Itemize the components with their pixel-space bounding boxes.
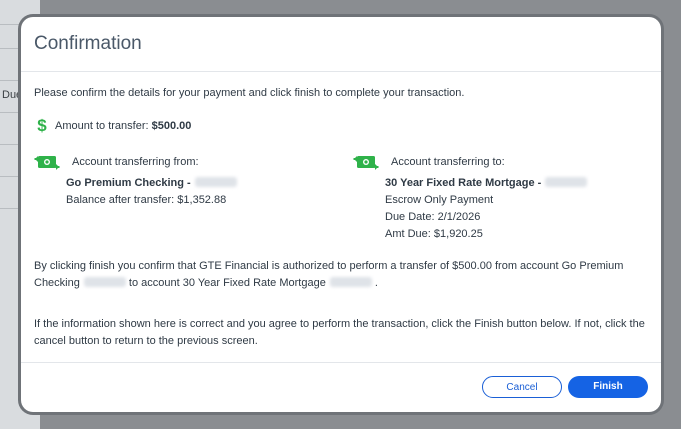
authorization-to-account: to account 30 Year Fixed Rate Mortgage — [128, 277, 326, 289]
from-balance: Balance after transfer: $1,352.88 — [66, 194, 227, 206]
to-amt-due: Amt Due: $1,920.25 — [385, 228, 483, 240]
confirmation-dialog: Confirmation Please confirm the details … — [21, 17, 661, 412]
to-account-name: 30 Year Fixed Rate Mortgage - — [385, 177, 588, 189]
dollar-icon: $ — [37, 116, 47, 135]
from-account-label: Go Premium Checking - — [66, 177, 191, 189]
header-divider — [21, 71, 661, 72]
money-transfer-icon — [353, 156, 379, 170]
authorization-from-account: Checking — [34, 277, 80, 289]
finish-button[interactable]: Finish — [568, 376, 648, 398]
to-due-date: Due Date: 2/1/2026 — [385, 211, 481, 223]
authorization-period: . — [374, 277, 378, 289]
from-account-name: Go Premium Checking - — [66, 177, 237, 189]
authorization-text-line2: Checking to account 30 Year Fixed Rate M… — [34, 277, 378, 289]
cancel-button[interactable]: Cancel — [482, 376, 562, 398]
to-payment-type: Escrow Only Payment — [385, 194, 494, 206]
dialog-title: Confirmation — [34, 33, 142, 54]
redacted-account-number — [545, 177, 588, 187]
to-heading: Account transferring to: — [391, 156, 505, 168]
amount-row: Amount to transfer: $500.00 — [55, 120, 191, 132]
redacted-account-number — [194, 177, 237, 187]
instruction-text-line2: cancel button to return to the previous … — [34, 335, 258, 347]
footer-divider — [21, 362, 661, 363]
authorization-text-line1: By clicking finish you confirm that GTE … — [34, 260, 624, 272]
amount-label: Amount to transfer: — [55, 120, 149, 132]
from-heading: Account transferring from: — [72, 156, 199, 168]
redacted-account-number — [83, 277, 126, 287]
background-due-label: Due — [2, 89, 23, 101]
amount-value: $500.00 — [151, 120, 192, 132]
instruction-text-line1: If the information shown here is correct… — [34, 318, 645, 330]
money-transfer-icon — [34, 156, 60, 170]
redacted-account-number — [329, 277, 372, 287]
intro-text: Please confirm the details for your paym… — [34, 87, 465, 99]
to-account-label: 30 Year Fixed Rate Mortgage - — [385, 177, 542, 189]
